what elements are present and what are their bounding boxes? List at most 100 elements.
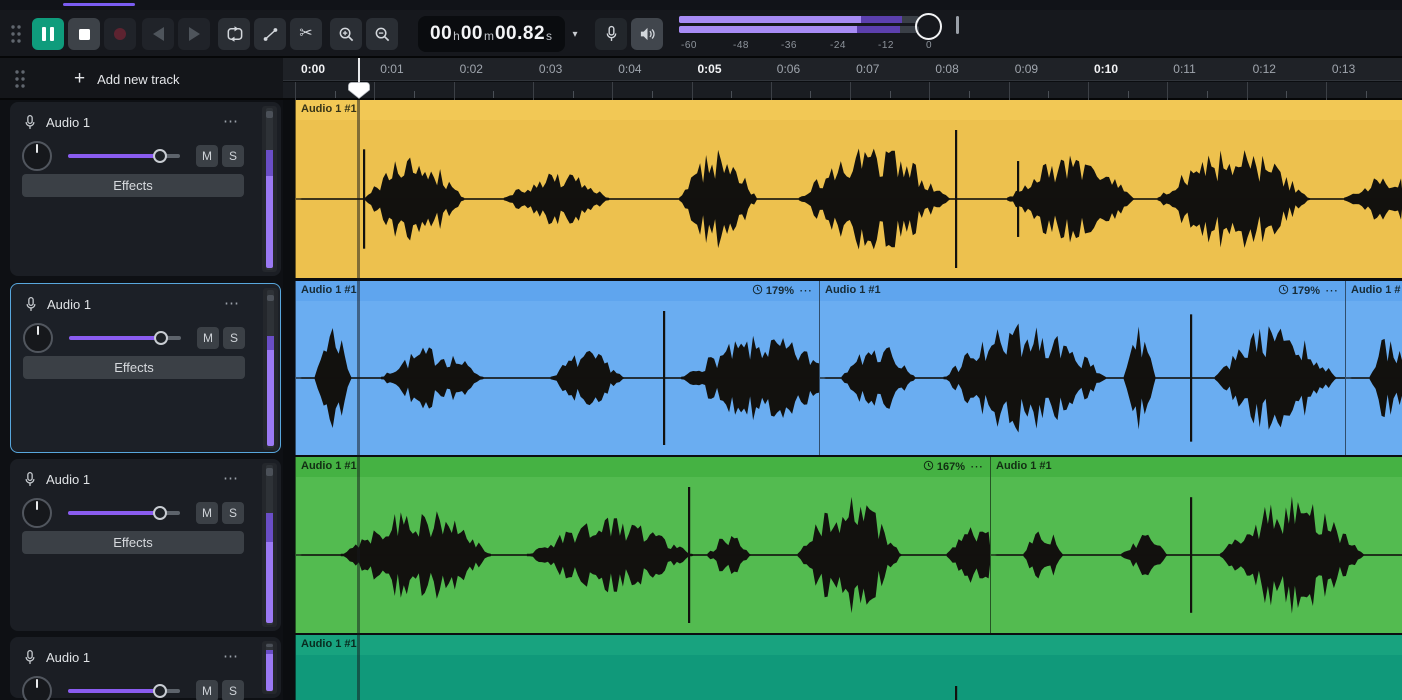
solo-button[interactable]: S — [222, 502, 244, 524]
ruler-time-label: 0:02 — [459, 62, 483, 76]
audio-clip[interactable]: Audio 1 #1 — [295, 100, 1402, 278]
track-header-card[interactable]: Audio 1⋯MSEffects — [10, 637, 281, 700]
pan-knob[interactable] — [23, 323, 53, 353]
volume-slider[interactable] — [68, 506, 180, 520]
clip-header: Audio 1 #1 — [296, 100, 1402, 120]
audio-clip[interactable]: Audio 1 #1 — [295, 635, 1402, 700]
audio-clip[interactable]: Audio 1 #1 — [990, 457, 1402, 633]
skip-forward-button[interactable] — [178, 18, 210, 50]
audio-clip[interactable]: Audio 1 # — [1345, 281, 1402, 455]
record-icon — [114, 28, 126, 40]
zoom-out-button[interactable] — [366, 18, 398, 50]
volume-slider[interactable] — [68, 684, 180, 698]
timeline-ruler[interactable]: 0:00 0:01 0:02 0:03 0:04 0:05 0:06 0:07 0:08 0:09… — [283, 58, 1402, 100]
clip-title: Audio 1 #1 — [301, 284, 357, 296]
cut-button[interactable]: ✂ — [290, 18, 322, 50]
volume-slider-handle[interactable] — [152, 684, 167, 698]
volume-slider-fill — [69, 336, 161, 340]
track-list-header: + Add new track — [0, 58, 283, 100]
pan-knob[interactable] — [22, 676, 52, 700]
volume-slider[interactable] — [68, 149, 180, 163]
clip-header: Audio 1 # — [1346, 281, 1402, 301]
effects-button[interactable]: Effects — [22, 174, 244, 197]
clip-stretch-badge: 179% ⋯ — [752, 283, 815, 299]
ruler-half-second-tick — [810, 91, 812, 98]
automation-button[interactable] — [254, 18, 286, 50]
stretch-percent: 179% — [765, 285, 794, 297]
volume-slider-handle[interactable] — [152, 149, 167, 163]
clip-menu-button[interactable]: ⋯ — [968, 459, 986, 475]
output-monitor-button[interactable] — [631, 18, 664, 50]
audio-clip[interactable]: Audio 1 #1 179% ⋯ — [819, 281, 1345, 455]
track-menu-button[interactable]: ⋯ — [217, 291, 247, 315]
effects-button[interactable]: Effects — [23, 356, 245, 379]
meter-peak-cap — [266, 111, 273, 118]
track-menu-button[interactable]: ⋯ — [216, 109, 246, 133]
loop-button[interactable] — [218, 18, 250, 50]
ruler-second-tick — [453, 82, 455, 100]
plus-icon: + — [74, 68, 86, 89]
meter-bright-fill — [266, 653, 273, 692]
ruler-half-second-tick — [1286, 91, 1288, 98]
track-header-card[interactable]: Audio 1⋯MSEffects — [10, 102, 281, 276]
playhead-marker[interactable] — [348, 82, 370, 104]
time-display[interactable]: 00 h 00 m 00.82 s — [418, 16, 566, 52]
clip-title: Audio 1 #1 — [996, 460, 1052, 472]
timeline-track-row: Audio 1 #1 — [283, 635, 1402, 700]
track-header-card[interactable]: Audio 1⋯MSEffects — [10, 283, 281, 453]
track-menu-button[interactable]: ⋯ — [216, 466, 246, 490]
master-volume-knob[interactable] — [915, 13, 943, 40]
progress-indicator — [63, 3, 135, 6]
time-format-caret[interactable]: ▾ — [567, 18, 583, 50]
ruler-ticks-row — [283, 82, 1402, 100]
pan-knob[interactable] — [22, 141, 52, 171]
track-menu-button[interactable]: ⋯ — [216, 644, 246, 668]
toolbar-drag-handle-icon[interactable] — [4, 18, 28, 50]
pause-button[interactable] — [32, 18, 64, 50]
add-new-track-button[interactable]: + Add new track — [60, 64, 193, 94]
loop-icon — [227, 26, 242, 42]
playhead-line-ruler — [358, 58, 360, 83]
effects-button[interactable]: Effects — [22, 531, 244, 554]
stop-button[interactable] — [68, 18, 100, 50]
mute-button[interactable]: M — [196, 145, 218, 167]
panel-drag-handle-icon[interactable] — [8, 63, 32, 95]
track-meter-bar — [267, 290, 274, 448]
record-button[interactable] — [104, 18, 136, 50]
track-header-card[interactable]: Audio 1⋯MSEffects — [10, 459, 281, 631]
meter-bright-fill — [266, 541, 273, 624]
mute-button[interactable]: M — [197, 327, 219, 349]
volume-slider-handle[interactable] — [152, 506, 167, 520]
meter-peak-cap — [266, 643, 273, 647]
timeline-track-row: Audio 1 #1 179% ⋯ Audio 1 #1 179% ⋯ Audio 1 # — [283, 281, 1402, 455]
skip-forward-icon — [188, 27, 200, 41]
mute-button[interactable]: M — [196, 680, 218, 700]
zoom-in-button[interactable] — [330, 18, 362, 50]
solo-button[interactable]: S — [222, 145, 244, 167]
ruler-second-tick — [532, 82, 534, 100]
mute-button[interactable]: M — [196, 502, 218, 524]
solo-button[interactable]: S — [223, 327, 245, 349]
volume-slider-handle[interactable] — [153, 331, 168, 345]
volume-slider[interactable] — [69, 331, 181, 345]
ruler-second-tick — [850, 82, 852, 100]
clip-stretch-badge: 167% ⋯ — [923, 459, 986, 475]
ruler-half-second-tick — [334, 91, 336, 98]
solo-button[interactable]: S — [222, 680, 244, 700]
clock-icon — [752, 282, 763, 300]
ruler-second-tick — [1325, 82, 1327, 100]
pan-knob[interactable] — [22, 498, 52, 528]
skip-back-button[interactable] — [142, 18, 174, 50]
volume-slider-fill — [68, 689, 160, 693]
audio-clip[interactable]: Audio 1 #1 167% ⋯ — [295, 457, 990, 633]
track-meter-bar — [266, 108, 273, 270]
audio-clip[interactable]: Audio 1 #1 179% ⋯ — [295, 281, 819, 455]
ruler-second-tick — [1088, 82, 1089, 100]
clip-menu-button[interactable]: ⋯ — [1323, 283, 1341, 299]
clip-menu-button[interactable]: ⋯ — [797, 283, 815, 299]
ruler-half-second-tick — [493, 91, 495, 98]
input-monitor-button[interactable] — [595, 18, 628, 50]
toolbar-resize-handle[interactable] — [956, 16, 960, 34]
track-meter-bar — [266, 643, 273, 692]
ruler-second-tick — [374, 82, 376, 100]
